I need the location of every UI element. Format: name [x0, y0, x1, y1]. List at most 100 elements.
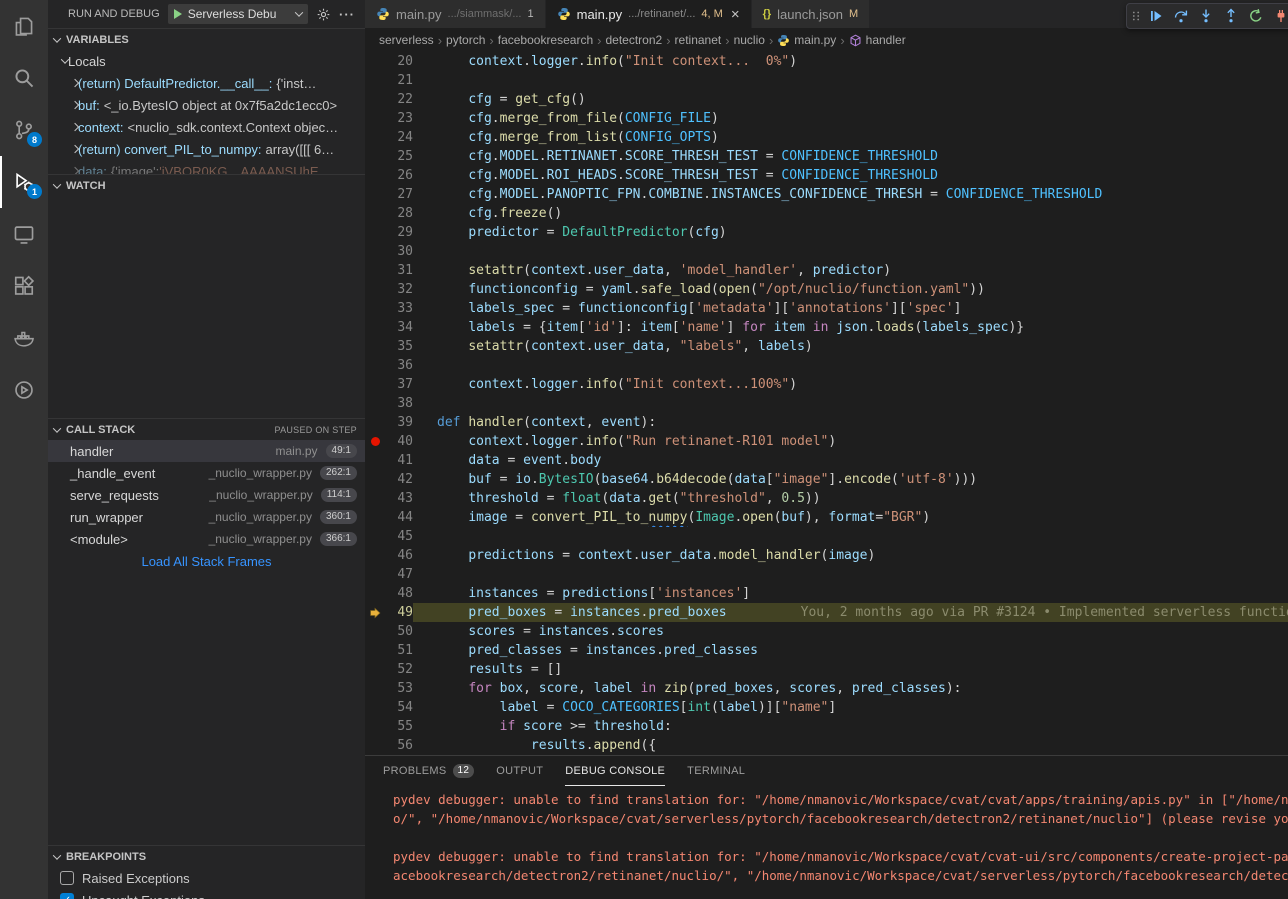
gear-icon[interactable] — [316, 7, 331, 22]
breadcrumb-item-nuclio[interactable]: nuclio — [734, 33, 765, 47]
stack-frame-serve_requests[interactable]: serve_requests_nuclio_wrapper.py114:1 — [48, 484, 365, 506]
activitybar-item-play-circle[interactable] — [0, 364, 48, 416]
stack-frame-run_wrapper[interactable]: run_wrapper_nuclio_wrapper.py360:1 — [48, 506, 365, 528]
code-line-54[interactable]: 54 label = COCO_CATEGORIES[int(label)]["… — [365, 698, 1288, 717]
breadcrumb-item-handler[interactable]: handler — [849, 33, 906, 47]
variable-item[interactable]: context:<nuclio_sdk.context.Context obje… — [48, 116, 365, 138]
code-line-41[interactable]: 41 data = event.body — [365, 451, 1288, 470]
code-line-24[interactable]: 24 cfg.merge_from_list(CONFIG_OPTS) — [365, 128, 1288, 147]
glyph-margin[interactable] — [365, 261, 385, 280]
checkbox[interactable] — [60, 871, 74, 885]
glyph-margin[interactable] — [365, 375, 385, 394]
code-line-31[interactable]: 31 setattr(context.user_data, 'model_han… — [365, 261, 1288, 280]
stack-frame-_handle_event[interactable]: _handle_event_nuclio_wrapper.py262:1 — [48, 462, 365, 484]
activitybar-item-source-control[interactable]: 8 — [0, 104, 48, 156]
panel-tab-problems[interactable]: PROBLEMS12 — [383, 756, 474, 786]
breakpoints-section-header[interactable]: BREAKPOINTS — [48, 845, 365, 867]
debug-step-into-button[interactable] — [1193, 5, 1218, 27]
glyph-margin[interactable] — [365, 451, 385, 470]
code-line-48[interactable]: 48 instances = predictions['instances'] — [365, 584, 1288, 603]
breadcrumb-item-facebookresearch[interactable]: facebookresearch — [498, 33, 593, 47]
launch-config-dropdown[interactable]: Serverless Debu — [168, 4, 308, 24]
code-line-30[interactable]: 30 — [365, 242, 1288, 261]
code-line-25[interactable]: 25 cfg.MODEL.RETINANET.SCORE_THRESH_TEST… — [365, 147, 1288, 166]
panel-tab-terminal[interactable]: TERMINAL — [687, 756, 745, 786]
glyph-margin[interactable] — [365, 71, 385, 90]
start-debug-icon[interactable] — [174, 9, 182, 19]
glyph-margin[interactable] — [365, 128, 385, 147]
editor-tab-main.py[interactable]: main.py.../siammask/...1 — [365, 0, 546, 28]
debug-step-over-button[interactable] — [1168, 5, 1193, 27]
glyph-margin[interactable] — [365, 52, 385, 71]
code-line-49[interactable]: 49 pred_boxes = instances.pred_boxesYou,… — [365, 603, 1288, 622]
variables-scope-row[interactable]: Locals — [48, 50, 365, 72]
code-line-36[interactable]: 36 — [365, 356, 1288, 375]
activitybar-item-remote-window[interactable] — [0, 208, 48, 260]
variable-item[interactable]: buf:<_io.BytesIO object at 0x7f5a2dc1ecc… — [48, 94, 365, 116]
load-all-stack-frames-link[interactable]: Load All Stack Frames — [48, 550, 365, 574]
code-line-29[interactable]: 29 predictor = DefaultPredictor(cfg) — [365, 223, 1288, 242]
code-line-46[interactable]: 46 predictions = context.user_data.model… — [365, 546, 1288, 565]
variable-item[interactable]: (return) convert_PIL_to_numpy:array([[[ … — [48, 138, 365, 160]
glyph-margin[interactable] — [365, 527, 385, 546]
code-line-38[interactable]: 38 — [365, 394, 1288, 413]
breadcrumb-item-main.py[interactable]: main.py — [777, 33, 836, 47]
code-line-44[interactable]: 44 image = convert_PIL_to_numpy(Image.op… — [365, 508, 1288, 527]
code-line-39[interactable]: 39def handler(context, event): — [365, 413, 1288, 432]
glyph-margin[interactable] — [365, 603, 385, 622]
code-line-28[interactable]: 28 cfg.freeze() — [365, 204, 1288, 223]
code-line-32[interactable]: 32 functionconfig = yaml.safe_load(open(… — [365, 280, 1288, 299]
code-line-56[interactable]: 56 results.append({ — [365, 736, 1288, 755]
code-line-42[interactable]: 42 buf = io.BytesIO(base64.b64decode(dat… — [365, 470, 1288, 489]
glyph-margin[interactable] — [365, 679, 385, 698]
variables-section-header[interactable]: VARIABLES — [48, 28, 365, 50]
glyph-margin[interactable] — [365, 356, 385, 375]
glyph-margin[interactable] — [365, 337, 385, 356]
debug-continue-button[interactable] — [1143, 5, 1168, 27]
debug-step-out-button[interactable] — [1218, 5, 1243, 27]
console-output[interactable]: pydev debugger: unable to find translati… — [365, 786, 1288, 899]
glyph-margin[interactable] — [365, 166, 385, 185]
glyph-margin[interactable] — [365, 470, 385, 489]
glyph-margin[interactable] — [365, 90, 385, 109]
glyph-margin[interactable] — [365, 736, 385, 755]
glyph-margin[interactable] — [365, 204, 385, 223]
glyph-margin[interactable] — [365, 508, 385, 527]
gripper-icon[interactable] — [1129, 5, 1143, 27]
glyph-margin[interactable] — [365, 223, 385, 242]
code-line-45[interactable]: 45 — [365, 527, 1288, 546]
code-line-43[interactable]: 43 threshold = float(data.get("threshold… — [365, 489, 1288, 508]
code-line-22[interactable]: 22 cfg = get_cfg() — [365, 90, 1288, 109]
glyph-margin[interactable] — [365, 717, 385, 736]
debug-restart-button[interactable] — [1243, 5, 1268, 27]
glyph-margin[interactable] — [365, 109, 385, 128]
breadcrumb-item-retinanet[interactable]: retinanet — [675, 33, 722, 47]
code-line-50[interactable]: 50 scores = instances.scores — [365, 622, 1288, 641]
glyph-margin[interactable] — [365, 432, 385, 451]
glyph-margin[interactable] — [365, 698, 385, 717]
glyph-margin[interactable] — [365, 584, 385, 603]
more-actions-icon[interactable]: ··· — [339, 7, 355, 22]
glyph-margin[interactable] — [365, 413, 385, 432]
code-line-51[interactable]: 51 pred_classes = instances.pred_classes — [365, 641, 1288, 660]
code-line-53[interactable]: 53 for box, score, label in zip(pred_box… — [365, 679, 1288, 698]
breakpoint-item[interactable]: Raised Exceptions — [48, 867, 365, 889]
variable-item[interactable]: data:{'image': 'iVBOR0KG…AAAANSUhE… — [48, 160, 365, 174]
glyph-margin[interactable] — [365, 489, 385, 508]
activitybar-item-run-debug[interactable]: 1 — [0, 156, 48, 208]
stack-frame-handler[interactable]: handlermain.py49:1 — [48, 440, 365, 462]
code-line-23[interactable]: 23 cfg.merge_from_file(CONFIG_FILE) — [365, 109, 1288, 128]
panel-tab-output[interactable]: OUTPUT — [496, 756, 543, 786]
callstack-section-header[interactable]: CALL STACK PAUSED ON STEP — [48, 418, 365, 440]
panel-tab-debug-console[interactable]: DEBUG CONSOLE — [565, 756, 665, 786]
breakpoint-item[interactable]: ✓Uncaught Exceptions — [48, 889, 365, 899]
debug-disconnect-button[interactable] — [1268, 5, 1288, 27]
glyph-margin[interactable] — [365, 280, 385, 299]
breadcrumb-item-serverless[interactable]: serverless — [379, 33, 434, 47]
glyph-margin[interactable] — [365, 546, 385, 565]
code-line-21[interactable]: 21 — [365, 71, 1288, 90]
code-line-40[interactable]: 40 context.logger.info("Run retinanet-R1… — [365, 432, 1288, 451]
editor-tab-launch.json[interactable]: {}launch.jsonM — [752, 0, 871, 28]
glyph-margin[interactable] — [365, 147, 385, 166]
glyph-margin[interactable] — [365, 185, 385, 204]
